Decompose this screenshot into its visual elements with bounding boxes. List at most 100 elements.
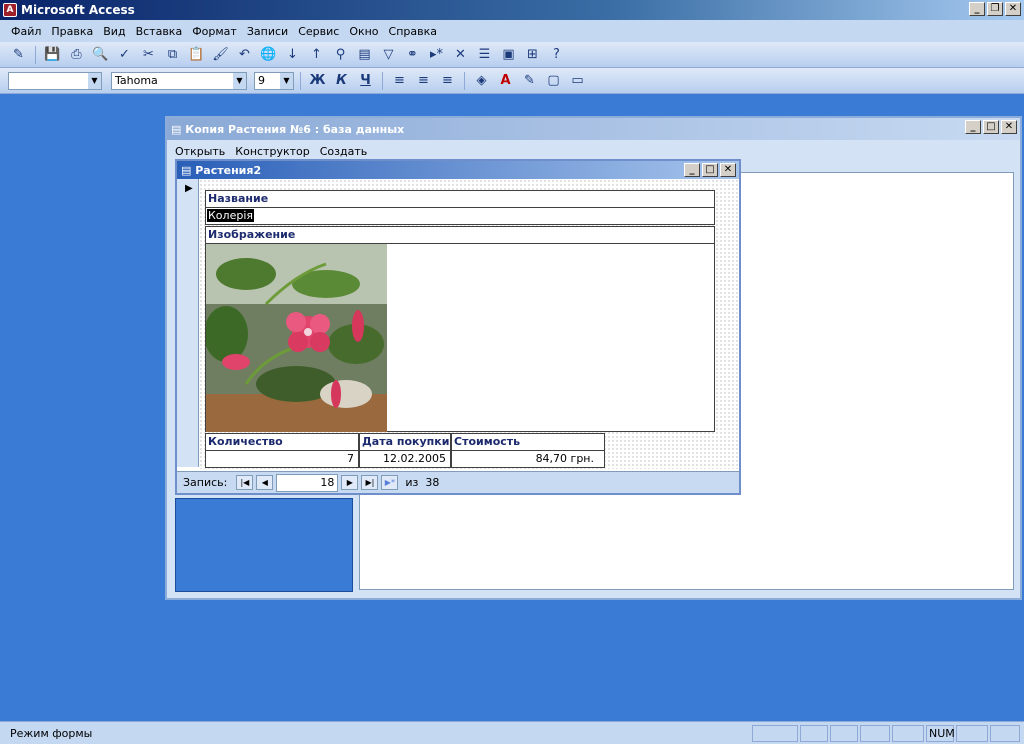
- chevron-down-icon: ▼: [88, 72, 101, 89]
- preview-icon[interactable]: 🔍: [90, 44, 111, 65]
- hyperlink-icon[interactable]: 🌐: [258, 44, 279, 65]
- database-window-title: Копия Растения №6 : база данных: [185, 122, 405, 136]
- print-icon[interactable]: ⎙: [66, 44, 87, 65]
- form-icon: ▤: [181, 163, 196, 177]
- formatting-toolbar: ▼ Tahoma ▼ 9 ▼ Ж К Ч ≡ ≡ ≡ ◈ A ✎ ▢ ▭: [0, 68, 1024, 94]
- align-left-icon[interactable]: ≡: [389, 70, 410, 91]
- last-record-icon[interactable]: ▶|: [361, 475, 379, 490]
- filter-form-icon[interactable]: ▤: [354, 44, 375, 65]
- purchase-date-field[interactable]: 12.02.2005: [359, 450, 451, 468]
- filter-selection-icon[interactable]: ⚲: [330, 44, 351, 65]
- cost-label: Стоимость: [451, 433, 605, 451]
- name-value: Колерія: [207, 209, 254, 222]
- border-icon[interactable]: ▢: [543, 70, 564, 91]
- menu-insert[interactable]: Вставка: [131, 25, 188, 38]
- first-record-icon[interactable]: |◀: [236, 475, 254, 490]
- design-button[interactable]: Конструктор: [235, 145, 309, 158]
- font-size-combo[interactable]: 9 ▼: [254, 71, 294, 90]
- image-label: Изображение: [205, 226, 715, 244]
- line-width-icon[interactable]: ▭: [567, 70, 588, 91]
- status-mode: Режим формы: [10, 726, 93, 740]
- menu-records[interactable]: Записи: [242, 25, 293, 38]
- find-icon[interactable]: ⚭: [402, 44, 423, 65]
- record-number-input[interactable]: 18: [276, 473, 339, 492]
- database-window-icon[interactable]: ▣: [498, 44, 519, 65]
- restore-button[interactable]: ❐: [987, 2, 1003, 16]
- font-size-value: 9: [258, 74, 265, 87]
- format-painter-icon[interactable]: 🖌: [210, 44, 231, 65]
- menu-edit[interactable]: Правка: [46, 25, 98, 38]
- help-icon[interactable]: ?: [546, 44, 567, 65]
- status-panel: [800, 725, 828, 742]
- new-record-icon[interactable]: ▸*: [426, 44, 447, 65]
- align-center-icon[interactable]: ≡: [413, 70, 434, 91]
- cut-icon[interactable]: ✂: [138, 44, 159, 65]
- name-field[interactable]: Колерія: [205, 207, 715, 225]
- menu-help[interactable]: Справка: [384, 25, 442, 38]
- status-panel: [990, 725, 1020, 742]
- save-icon[interactable]: 💾: [42, 44, 63, 65]
- fill-color-icon[interactable]: ◈: [471, 70, 492, 91]
- bold-button[interactable]: Ж: [307, 70, 328, 91]
- status-panel: [956, 725, 988, 742]
- menu-tools[interactable]: Сервис: [293, 25, 344, 38]
- db-close-button[interactable]: ✕: [1001, 120, 1017, 134]
- form-minimize-button[interactable]: _: [684, 163, 700, 177]
- status-bar: Режим формы NUM: [0, 721, 1024, 744]
- prev-record-icon[interactable]: ◀: [256, 475, 274, 490]
- form-title: Растения2: [195, 163, 262, 177]
- create-button[interactable]: Создать: [320, 145, 368, 158]
- align-right-icon[interactable]: ≡: [437, 70, 458, 91]
- delete-record-icon[interactable]: ✕: [450, 44, 471, 65]
- undo-icon[interactable]: ↶: [234, 44, 255, 65]
- menu-file[interactable]: Файл: [6, 25, 46, 38]
- status-panel: [860, 725, 890, 742]
- view-icon[interactable]: ✎: [8, 44, 29, 65]
- name-label: Название: [205, 190, 715, 208]
- quantity-field[interactable]: 7: [205, 450, 359, 468]
- chevron-down-icon: ▼: [280, 72, 293, 89]
- form-close-button[interactable]: ✕: [720, 163, 736, 177]
- sort-desc-icon[interactable]: ↑: [306, 44, 327, 65]
- toolbar-separator: [464, 71, 465, 90]
- line-color-icon[interactable]: ✎: [519, 70, 540, 91]
- status-panel: [892, 725, 924, 742]
- menu-view[interactable]: Вид: [98, 25, 130, 38]
- form-detail: Название Колерія Изображение Количество …: [199, 179, 739, 469]
- plant-photo: [204, 244, 387, 432]
- record-total: 38: [425, 476, 440, 489]
- record-selector[interactable]: ▶: [177, 179, 199, 467]
- database-window-titlebar: ▤ Копия Растения №6 : база данных _ □ ✕: [167, 118, 1020, 140]
- new-object-icon[interactable]: ⊞: [522, 44, 543, 65]
- copy-icon[interactable]: ⧉: [162, 44, 183, 65]
- current-record-icon: ▶: [185, 183, 193, 194]
- db-minimize-button[interactable]: _: [965, 120, 981, 134]
- menu-format[interactable]: Формат: [187, 25, 242, 38]
- db-maximize-button[interactable]: □: [983, 120, 999, 134]
- italic-button[interactable]: К: [331, 70, 352, 91]
- properties-icon[interactable]: ☰: [474, 44, 495, 65]
- font-combo[interactable]: Tahoma ▼: [111, 71, 247, 90]
- toolbar-separator: [300, 71, 301, 90]
- status-panel: [752, 725, 798, 742]
- form-maximize-button[interactable]: □: [702, 163, 718, 177]
- image-frame[interactable]: [204, 243, 715, 432]
- quantity-label: Количество: [205, 433, 359, 451]
- underline-button[interactable]: Ч: [355, 70, 376, 91]
- access-app-icon: A: [3, 3, 17, 17]
- new-record-nav-icon[interactable]: ▶*: [381, 475, 399, 490]
- minimize-button[interactable]: _: [969, 2, 985, 16]
- font-color-icon[interactable]: A: [495, 70, 516, 91]
- purchase-date-label: Дата покупки: [359, 433, 451, 451]
- sort-asc-icon[interactable]: ↓: [282, 44, 303, 65]
- next-record-icon[interactable]: ▶: [341, 475, 359, 490]
- spelling-icon[interactable]: ✓: [114, 44, 135, 65]
- menu-window[interactable]: Окно: [344, 25, 383, 38]
- paste-icon[interactable]: 📋: [186, 44, 207, 65]
- standard-toolbar: ✎ 💾 ⎙ 🔍 ✓ ✂ ⧉ 📋 🖌 ↶ 🌐 ↓ ↑ ⚲ ▤ ▽ ⚭ ▸* ✕ ☰…: [0, 42, 1024, 68]
- cost-field[interactable]: 84,70 грн.: [451, 450, 605, 468]
- object-combo[interactable]: ▼: [8, 71, 102, 90]
- apply-filter-icon[interactable]: ▽: [378, 44, 399, 65]
- close-button[interactable]: ✕: [1005, 2, 1021, 16]
- open-button[interactable]: Открыть: [175, 145, 225, 158]
